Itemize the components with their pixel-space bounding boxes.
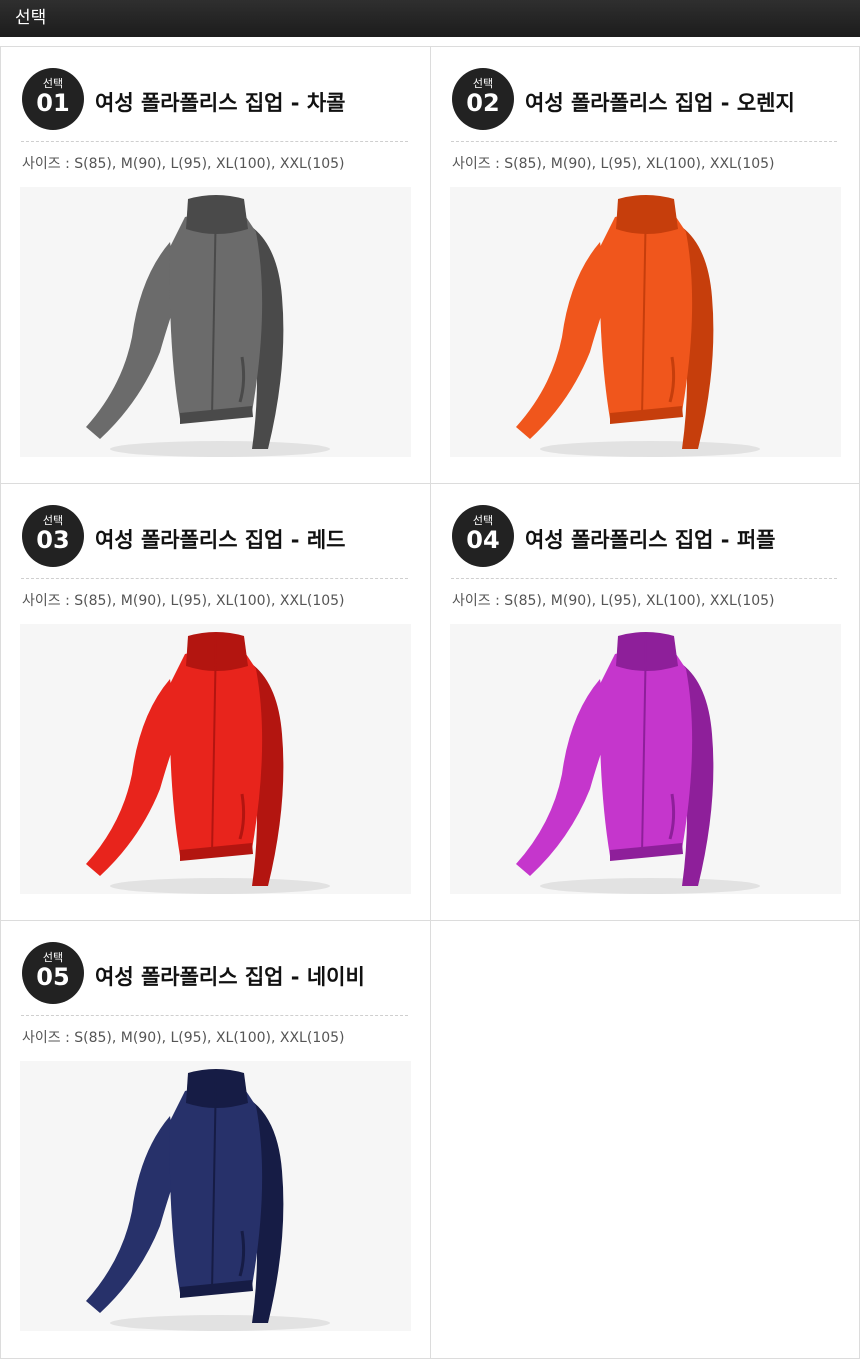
empty-cell xyxy=(430,921,860,1359)
product-image[interactable] xyxy=(20,624,411,894)
product-image[interactable] xyxy=(450,624,841,894)
badge-number: 03 xyxy=(36,526,70,554)
product-title: 여성 폴라폴리스 집업 - 네이비 xyxy=(95,965,365,989)
product-image[interactable] xyxy=(20,1061,411,1331)
header-title: 선택 xyxy=(15,8,47,28)
size-info: 사이즈 : S(85), M(90), L(95), XL(100), XXL(… xyxy=(452,593,775,609)
divider xyxy=(451,578,837,579)
badge-number: 04 xyxy=(466,526,500,554)
product-grid: 선택 01 여성 폴라폴리스 집업 - 차콜 사이즈 : S(85), M(90… xyxy=(0,46,860,1359)
divider xyxy=(21,578,408,579)
product-image[interactable] xyxy=(450,187,841,457)
badge-number: 05 xyxy=(36,963,70,991)
divider xyxy=(21,141,408,142)
product-card-01[interactable]: 선택 01 여성 폴라폴리스 집업 - 차콜 사이즈 : S(85), M(90… xyxy=(0,47,430,484)
header-bar: 선택 xyxy=(0,0,860,37)
option-badge: 선택 02 xyxy=(452,68,514,130)
option-badge: 선택 03 xyxy=(22,505,84,567)
badge-number: 02 xyxy=(466,89,500,117)
product-card-03[interactable]: 선택 03 여성 폴라폴리스 집업 - 레드 사이즈 : S(85), M(90… xyxy=(0,484,430,921)
size-info: 사이즈 : S(85), M(90), L(95), XL(100), XXL(… xyxy=(452,156,775,172)
product-title: 여성 폴라폴리스 집업 - 차콜 xyxy=(95,91,346,115)
product-card-02[interactable]: 선택 02 여성 폴라폴리스 집업 - 오렌지 사이즈 : S(85), M(9… xyxy=(430,47,860,484)
product-title: 여성 폴라폴리스 집업 - 레드 xyxy=(95,528,346,552)
option-badge: 선택 04 xyxy=(452,505,514,567)
option-badge: 선택 01 xyxy=(22,68,84,130)
product-card-05[interactable]: 선택 05 여성 폴라폴리스 집업 - 네이비 사이즈 : S(85), M(9… xyxy=(0,921,430,1359)
divider xyxy=(21,1015,408,1016)
product-card-04[interactable]: 선택 04 여성 폴라폴리스 집업 - 퍼플 사이즈 : S(85), M(90… xyxy=(430,484,860,921)
size-info: 사이즈 : S(85), M(90), L(95), XL(100), XXL(… xyxy=(22,1030,345,1046)
badge-number: 01 xyxy=(36,89,70,117)
size-info: 사이즈 : S(85), M(90), L(95), XL(100), XXL(… xyxy=(22,156,345,172)
option-badge: 선택 05 xyxy=(22,942,84,1004)
product-title: 여성 폴라폴리스 집업 - 오렌지 xyxy=(525,91,795,115)
divider xyxy=(451,141,837,142)
product-title: 여성 폴라폴리스 집업 - 퍼플 xyxy=(525,528,776,552)
product-image[interactable] xyxy=(20,187,411,457)
size-info: 사이즈 : S(85), M(90), L(95), XL(100), XXL(… xyxy=(22,593,345,609)
